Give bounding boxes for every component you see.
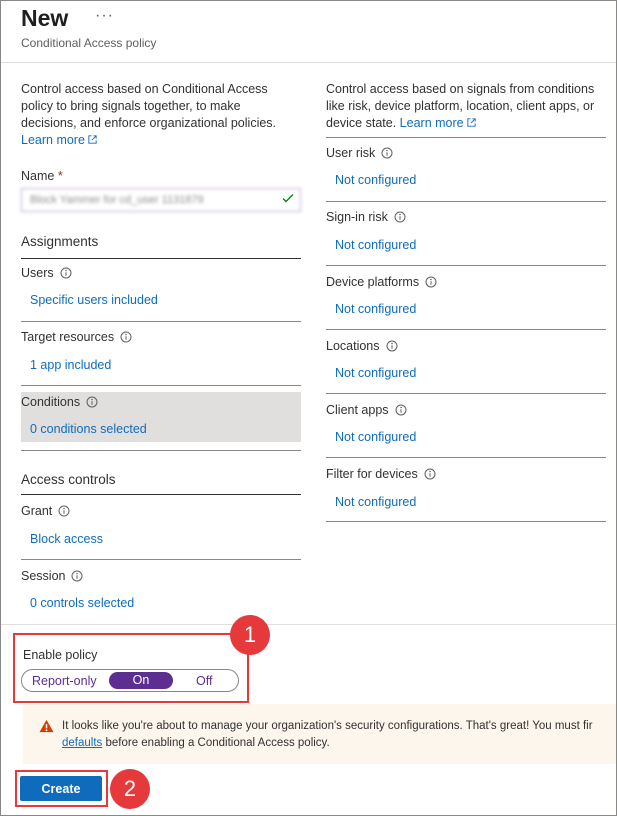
sign-in-risk-label: Sign-in risk [326,210,406,224]
client-apps-label-text: Client apps [326,403,389,417]
callout-number-1: 1 [230,615,270,655]
client-apps-value-link[interactable]: Not configured [335,430,416,444]
required-marker: * [57,169,63,183]
sign-in-risk-label-text: Sign-in risk [326,210,388,224]
locations-label: Locations [326,339,398,353]
row-divider [326,201,606,202]
grant-label: Grant [21,504,70,518]
session-label-text: Session [21,569,66,583]
callout-box-create [15,770,108,807]
right-intro: Control access based on signals from con… [326,81,611,132]
right-top-divider [326,137,606,138]
assignments-divider [21,258,301,259]
access-controls-divider [21,494,301,495]
footer-divider [1,624,616,625]
info-icon[interactable] [394,211,406,223]
info-icon[interactable] [60,267,72,279]
row-divider [326,329,606,330]
external-link-icon [88,135,97,144]
info-icon[interactable] [381,147,393,159]
info-icon[interactable] [86,396,98,408]
left-intro: Control access based on Conditional Acce… [21,81,299,149]
target-resources-label-text: Target resources [21,330,115,344]
right-learn-more-link[interactable]: Learn more [400,116,477,130]
conditional-access-new-policy-panel: New ··· Conditional Access policy Contro… [0,0,617,816]
device-platforms-label: Device platforms [326,275,437,289]
header-divider [1,62,616,63]
row-divider [21,450,301,451]
right-learn-more-label: Learn more [399,116,464,130]
row-divider [326,457,606,458]
warning-icon [39,719,54,733]
device-platforms-value-link[interactable]: Not configured [335,302,416,316]
conditions-label-text: Conditions [21,395,81,409]
left-intro-text: Control access based on Conditional Acce… [21,82,277,130]
more-options-button[interactable]: ··· [95,7,114,25]
page-subtitle: Conditional Access policy [21,36,157,50]
name-label: Name * [21,169,63,183]
info-icon[interactable] [71,570,83,582]
warning-text: It looks like you're about to manage you… [62,718,593,752]
target-resources-label: Target resources [21,330,132,344]
device-platforms-label-text: Device platforms [326,275,420,289]
info-icon[interactable] [425,276,437,288]
row-divider [326,265,606,266]
row-divider [21,385,301,386]
name-label-text: Name [21,169,55,183]
user-risk-label-text: User risk [326,146,376,160]
left-learn-more-link[interactable]: Learn more [21,133,98,147]
users-label: Users [21,266,72,280]
assignments-heading: Assignments [21,234,99,249]
check-icon [282,194,294,203]
security-defaults-warning: It looks like you're about to manage you… [23,704,616,764]
info-icon[interactable] [395,404,407,416]
access-controls-heading: Access controls [21,472,116,487]
user-risk-value-link[interactable]: Not configured [335,173,416,187]
callout-number-2: 2 [110,769,150,809]
session-value-link[interactable]: 0 controls selected [30,596,134,610]
security-defaults-link[interactable]: defaults [62,737,102,749]
row-divider [326,393,606,394]
page-title: New [21,5,69,31]
warning-line-1: It looks like you're about to manage you… [62,720,593,732]
conditions-label: Conditions [21,395,98,409]
callout-box-enable-policy [13,633,249,703]
policy-name-input[interactable] [21,188,301,212]
info-icon[interactable] [386,340,398,352]
warning-line-2: before enabling a Conditional Access pol… [102,737,330,749]
grant-label-text: Grant [21,504,53,518]
left-learn-more-label: Learn more [21,133,85,147]
row-divider [21,321,301,322]
row-divider [326,521,606,522]
client-apps-label: Client apps [326,403,407,417]
session-label: Session [21,569,83,583]
info-icon[interactable] [58,505,70,517]
locations-label-text: Locations [326,339,380,353]
sign-in-risk-value-link[interactable]: Not configured [335,238,416,252]
user-risk-label: User risk [326,146,393,160]
grant-value-link[interactable]: Block access [30,532,103,546]
filter-for-devices-value-link[interactable]: Not configured [335,495,416,509]
locations-value-link[interactable]: Not configured [335,366,416,380]
info-icon[interactable] [120,331,132,343]
filter-for-devices-label: Filter for devices [326,467,436,481]
target-resources-value-link[interactable]: 1 app included [30,358,111,372]
users-value-link[interactable]: Specific users included [30,293,158,307]
external-link-icon [466,118,476,127]
row-divider [21,559,301,560]
filter-for-devices-label-text: Filter for devices [326,467,418,481]
users-label-text: Users [21,266,54,280]
conditions-value-link[interactable]: 0 conditions selected [30,422,147,436]
info-icon[interactable] [424,468,436,480]
